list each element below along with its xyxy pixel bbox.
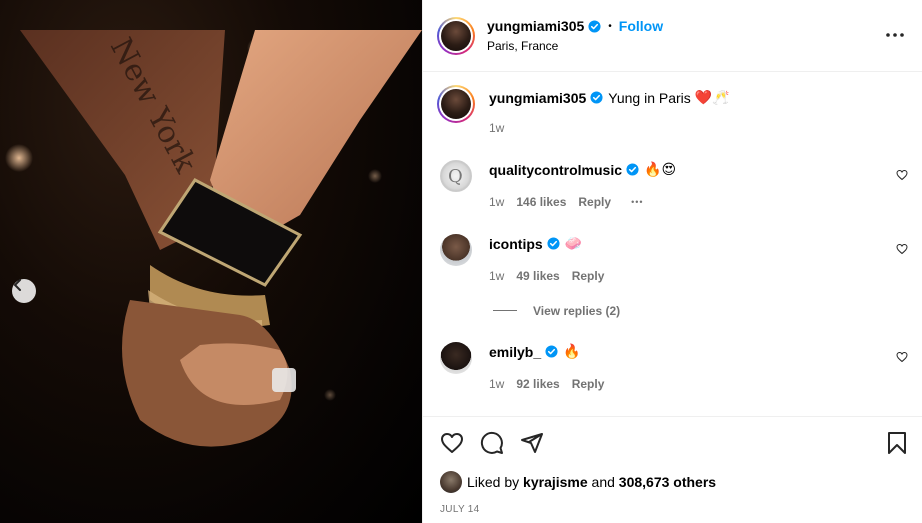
bookmark-icon[interactable]	[886, 431, 908, 455]
likes-count[interactable]: 308,673 others	[619, 474, 716, 490]
comment-username[interactable]: quality​controlmusic	[489, 162, 622, 178]
caption-emoji: ❤️🥂	[694, 89, 730, 105]
view-replies-divider	[493, 310, 517, 311]
comment-time[interactable]: 1w	[489, 269, 504, 283]
comment-row-1: quality​controlmusic 🔥😍	[489, 161, 676, 178]
author-username[interactable]: yungmiami305	[487, 18, 584, 34]
reply-button[interactable]: Reply	[578, 195, 611, 209]
verified-badge-icon	[545, 345, 558, 358]
chevron-left-icon	[14, 279, 21, 291]
comment-meta-1: 1w 146 likes Reply •••	[489, 195, 644, 209]
comment-text: 🧼	[564, 235, 583, 251]
comment-time[interactable]: 1w	[489, 195, 504, 209]
comment-username[interactable]: emilyb_	[489, 344, 541, 360]
comment-username[interactable]: icontips	[489, 236, 543, 252]
comment-meta-3: 1w 92 likes Reply	[489, 377, 604, 391]
comment-time[interactable]: 1w	[489, 377, 504, 391]
author-avatar[interactable]	[437, 17, 475, 55]
heart-icon[interactable]	[896, 351, 908, 363]
heart-icon[interactable]	[896, 169, 908, 181]
post-photo: New York	[0, 0, 422, 523]
caption-row: yungmiami305 Yung in Paris ❤️🥂	[489, 89, 730, 106]
post-header: yungmiami305 • Follow Paris, France	[423, 0, 922, 72]
verified-badge-icon	[547, 237, 560, 250]
caption-avatar[interactable]	[437, 85, 475, 123]
comment-likes[interactable]: 146 likes	[516, 195, 566, 209]
comment-row-3: emilyb_ 🔥	[489, 343, 581, 360]
verified-badge-icon	[626, 163, 639, 176]
comment-row-2: icontips 🧼	[489, 235, 582, 252]
follow-button[interactable]: Follow	[619, 18, 663, 34]
post-location[interactable]: Paris, France	[487, 39, 558, 53]
liked-by-and: and	[591, 474, 615, 490]
like-heart-icon[interactable]	[440, 431, 464, 455]
comment-avatar-emilyb[interactable]	[440, 342, 472, 374]
liked-by-user[interactable]: kyrajisme	[523, 474, 588, 490]
caption-time[interactable]: 1w	[489, 121, 504, 135]
caption-text: Yung in Paris	[608, 89, 691, 106]
comment-text: 🔥	[563, 343, 581, 359]
verified-badge-icon	[588, 19, 601, 33]
more-horizontal-icon[interactable]	[885, 30, 905, 40]
comment-avatar-qualitycontrol[interactable]: Q	[440, 160, 472, 192]
holding-hands-photo: New York	[5, 30, 422, 447]
post-sidebar: yungmiami305 • Follow Paris, France yung…	[422, 0, 922, 523]
comment-meta-2: 1w 49 likes Reply	[489, 269, 604, 283]
post-actions: Liked by kyrajisme and 308,673 others JU…	[423, 416, 922, 523]
reply-button[interactable]: Reply	[572, 377, 605, 391]
previous-photo-button[interactable]	[12, 279, 36, 303]
verified-badge-icon	[590, 91, 603, 104]
post-date[interactable]: JULY 14	[440, 504, 480, 515]
comment-text: 🔥😍	[644, 161, 677, 177]
caption-username[interactable]: yungmiami305	[489, 90, 586, 106]
comment-likes[interactable]: 92 likes	[516, 377, 559, 391]
liked-by-prefix: Liked by	[467, 474, 520, 490]
liked-by-avatar[interactable]	[440, 471, 462, 493]
separator-dot: •	[608, 20, 612, 32]
liked-by-line: Liked by kyrajisme and 308,673 others	[467, 474, 716, 490]
heart-icon[interactable]	[896, 243, 908, 255]
reply-button[interactable]: Reply	[572, 269, 605, 283]
comment-options-button[interactable]: •••	[631, 197, 643, 207]
share-paper-plane-icon[interactable]	[520, 431, 544, 455]
view-replies-button[interactable]: View replies (2)	[533, 304, 620, 318]
header-title-row: yungmiami305 • Follow	[487, 18, 663, 34]
comment-likes[interactable]: 49 likes	[516, 269, 559, 283]
comment-avatar-icontips[interactable]	[440, 234, 472, 266]
comment-bubble-icon[interactable]	[480, 431, 504, 455]
